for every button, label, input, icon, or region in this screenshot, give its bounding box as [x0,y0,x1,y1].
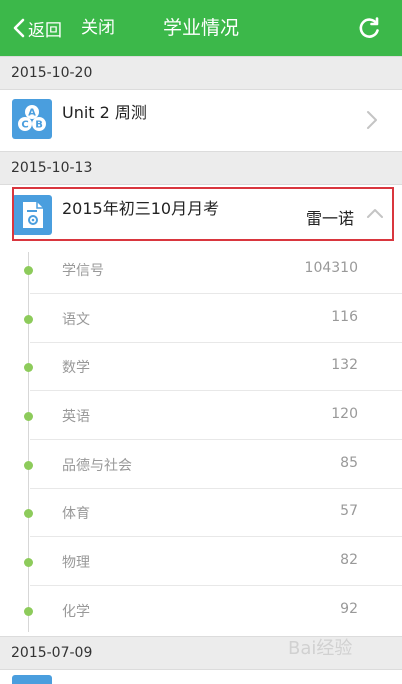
detail-label: 物理 [62,555,90,571]
detail-label: 语文 [62,312,90,328]
detail-label: 英语 [62,409,90,425]
detail-label: 数学 [62,360,90,376]
chevron-left-icon [13,18,25,38]
refresh-icon [359,17,379,38]
abc-quiz-icon: A C B [12,99,52,139]
refresh-button[interactable] [356,15,382,41]
close-button[interactable]: 关闭 [81,15,115,41]
detail-label: 化学 [62,604,90,620]
timeline-dot [24,461,33,470]
detail-value: 82 [340,552,358,568]
detail-value: 132 [331,357,358,373]
detail-value: 104310 [304,260,358,276]
detail-row: 学信号 104310 [0,246,402,294]
detail-row: 化学 92 [0,587,402,635]
svg-text:B: B [35,120,43,131]
timeline-dot [24,509,33,518]
detail-row: 体育 57 [0,489,402,537]
student-name: 雷一诺 [306,209,355,228]
divider [30,439,402,440]
detail-row: 语文 116 [0,295,402,343]
divider [30,390,402,391]
svg-text:A: A [28,108,36,119]
divider [30,585,402,586]
detail-value: 120 [331,406,358,422]
svg-text:C: C [21,120,28,131]
divider [30,293,402,294]
detail-value: 85 [340,455,358,471]
report-item-unit2[interactable]: A C B Unit 2 周测 [0,90,402,146]
report-title: Unit 2 周测 [62,103,147,122]
date-header: 2015-10-20 [0,56,402,90]
timeline-dot [24,266,33,275]
report-icon-partial [12,675,52,684]
detail-row: 英语 120 [0,392,402,440]
timeline-dot [24,412,33,421]
watermark-text: Bai经验 [288,638,352,659]
timeline-dot [24,363,33,372]
detail-value: 116 [331,309,358,325]
baidu-watermark: Bai经验 [288,638,352,659]
divider [30,536,402,537]
detail-label: 学信号 [62,263,104,279]
timeline-dot [24,558,33,567]
detail-label: 体育 [62,506,90,522]
date-header: 2015-10-13 [0,151,402,185]
detail-label: 品德与社会 [62,458,132,474]
top-navbar: 返回 关闭 学业情况 [0,0,402,56]
detail-row: 物理 82 [0,538,402,586]
detail-value: 92 [340,601,358,617]
timeline-dot [24,315,33,324]
detail-row: 数学 132 [0,343,402,391]
back-label: 返回 [28,20,62,41]
detail-row: 品德与社会 85 [0,441,402,489]
detail-value: 57 [340,503,358,519]
timeline-dot [24,607,33,616]
chevron-up-icon[interactable] [366,207,384,219]
back-button[interactable]: 返回 [12,15,62,41]
chevron-right-icon [367,111,377,129]
